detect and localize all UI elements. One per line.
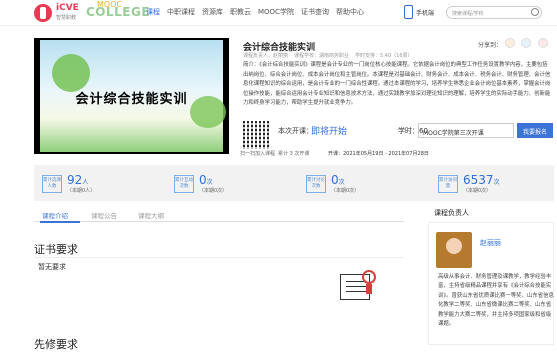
section-content-cert: 暂无要求 [38,263,66,271]
logo-college: COLLEGE [86,5,151,19]
course-tabs: 课程介绍 课程公告 课程大纲 [34,208,404,223]
tab-intro[interactable]: 课程介绍 [42,210,68,220]
open-label: 本次开课： [278,127,313,135]
share-qzone-icon[interactable] [505,38,515,48]
logo-brand: iCVE [56,3,79,13]
enroll-button[interactable]: 我要报名 [517,123,553,138]
qr-caption: 扫一扫加入课程 [240,151,276,157]
search-input[interactable]: 搜索课程/学校 [446,6,542,19]
active-tab-indicator [40,221,80,223]
share-label: 分享到： [478,42,503,49]
certificate-line [346,286,366,287]
certificate-line [346,291,366,292]
nav-item-mooc[interactable]: MOOC学院 [258,7,294,21]
logo-icon [34,4,52,22]
teacher-heading: 课程负责人 [434,209,469,217]
stat-label: 累计访问量 [438,175,458,193]
stat-discussions: 累计讨论次数 0次 （本期0次） [306,173,416,195]
course-meta-hours: 学时安排：5.40（16周） [355,53,413,59]
share-weibo-icon[interactable] [538,38,548,48]
certificate-seal [362,270,376,284]
mobile-label[interactable]: 手机端 [416,8,434,17]
stat-students: 累计选课人数 92人 （本期0人） [42,173,152,195]
stat-unit: 人 [82,179,89,186]
stat-number: 0 [199,173,207,187]
tab-outline[interactable]: 课程大纲 [138,210,164,220]
stat-value: 6537次 [463,173,500,187]
stat-unit: 次 [206,179,213,186]
stats-bar: 累计选课人数 92人 （本期0人） 累计互动次数 0次 （本期0次） 累计讨论次… [34,165,554,201]
cover-tree-decoration [52,54,90,92]
intro-label: 简介： [243,62,260,68]
stat-value: 0次 [331,173,345,187]
mobile-phone-icon[interactable] [404,5,413,19]
stat-sub: （本期0次） [331,188,360,194]
course-meta-leader: 课程负责人：赵丽丽 [243,53,289,59]
nav-item-help[interactable]: 帮助中心 [336,7,364,21]
qr-code-overlay [243,121,271,149]
cover-title: 会计综合技能实训 [75,92,188,107]
nav-item-zjy[interactable]: 职教云 [230,7,251,21]
section-title-cert: 证书要求 [34,243,78,256]
stat-number: 92 [67,173,83,187]
teacher-avatar[interactable] [436,232,472,268]
open-status: 即将开始 [311,127,348,137]
stat-label: 累计互动次数 [174,175,194,193]
nav-item-resources[interactable]: 资源库 [202,7,223,21]
course-meta: 课程负责人：赵丽丽 课程学校：湖南商务职业 学时安排：5.40（16周） [243,52,413,59]
main-nav: 课程 中职课程 资源库 职教云 MOOC学院 证书查询 帮助中心 [146,7,364,21]
session-count: 累计 3 次开课 [278,151,310,157]
certificate-icon [340,268,378,306]
stat-label: 累计讨论次数 [306,175,326,193]
course-description: 简介：《会计综合技能实训》课程是会计专业的一门岗位核心技能课程。它依据会计岗位的… [243,61,551,117]
section-title-prereq: 先修要求 [34,338,78,351]
stat-sub: （本期0次） [199,188,228,194]
top-header: iCVE 智慧职教 MOOC COLLEGE 课程 中职课程 资源库 职教云 M… [0,0,557,26]
tab-notice[interactable]: 课程公告 [91,210,117,220]
site-logo[interactable]: iCVE 智慧职教 MOOC COLLEGE [34,0,150,24]
teacher-description: 高级从事会计、财务管理及课教学，教学经验丰富，主持省级精品课程并享有《会计综合技… [438,274,554,328]
share-wechat-icon[interactable] [521,38,531,48]
nav-item-secondary-courses[interactable]: 中职课程 [167,7,195,21]
section-divider [34,257,404,258]
logo-subtitle: 智慧职教 [56,15,77,21]
stat-visits: 累计访问量 6537次 （本期0次） [438,173,548,195]
search-icon[interactable] [531,8,539,16]
stat-sub: （本期0人） [67,188,96,194]
teacher-name[interactable]: 赵丽丽 [480,238,501,248]
stat-sub: （本期0次） [463,188,492,194]
certificate-ribbon [366,284,372,294]
stat-unit: 次 [493,179,500,186]
nav-item-courses[interactable]: 课程 [146,7,160,21]
stat-value: 0次 [199,173,213,187]
stat-interactions: 累计互动次数 0次 （本期0次） [174,173,284,195]
course-meta-school: 课程学校：湖南商务职业 [294,53,350,59]
session-select[interactable]: MOOC学院第三次开课 [418,123,514,138]
stat-unit: 次 [338,179,345,186]
stat-value: 92人 [67,173,88,187]
course-cover-image: 会计综合技能实训 [34,38,229,154]
stat-label: 累计选课人数 [42,175,62,193]
intro-text: 《会计综合技能实训》课程是会计专业的一门岗位核心技能课程。它依据会计岗位的典型工… [243,62,551,107]
course-dates: 开课：2021年05月19日 - 2021年07月28日 [328,151,429,157]
nav-item-certificate[interactable]: 证书查询 [301,7,329,21]
credit-label: 学时： [398,127,419,135]
stat-number: 0 [331,173,339,187]
stat-number: 6537 [463,173,494,187]
